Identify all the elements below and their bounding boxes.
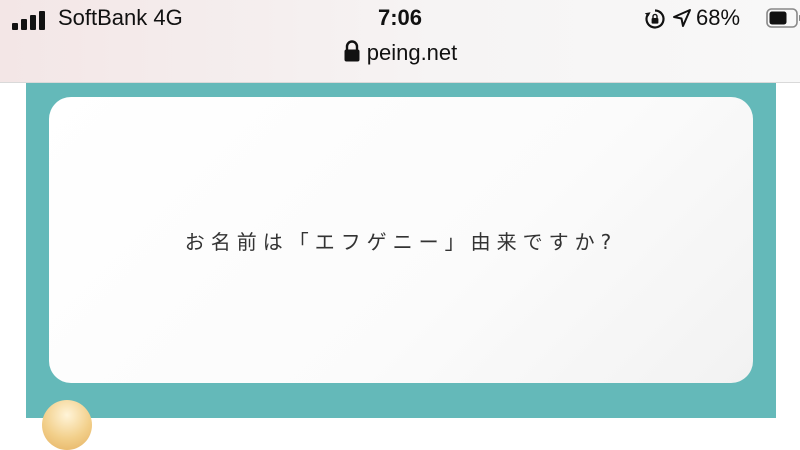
status-bar: SoftBank 4G 7:06 peing.net 68% — [0, 0, 800, 83]
location-arrow-icon — [673, 9, 691, 27]
rotation-lock-icon — [644, 9, 665, 29]
lock-icon — [344, 40, 360, 62]
battery-percent: 68% — [696, 5, 741, 30]
battery-icon — [766, 8, 800, 28]
url-text: peing.net — [366, 40, 458, 65]
question-text: お名前は「エフゲニー」由来ですか? — [184, 229, 618, 254]
question-card: お名前は「エフゲニー」由来ですか? — [49, 97, 753, 383]
avatar[interactable] — [42, 400, 92, 450]
address-bar[interactable]: peing.net — [0, 40, 800, 66]
